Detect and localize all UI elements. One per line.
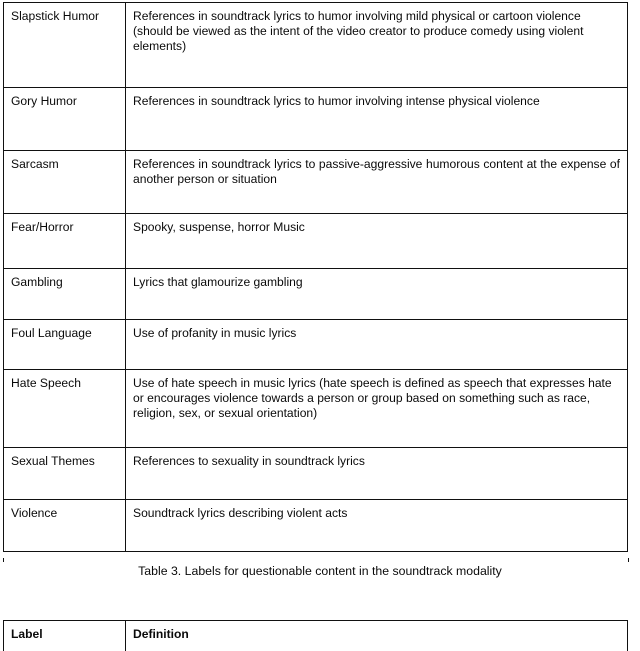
- table-row: Gambling Lyrics that glamourize gambling: [4, 269, 628, 320]
- row-label: Fear/Horror: [4, 214, 126, 269]
- row-definition: Soundtrack lyrics describing violent act…: [126, 500, 628, 552]
- table-row: Slapstick Humor References in soundtrack…: [4, 3, 628, 88]
- row-definition: Lyrics that glamourize gambling: [126, 269, 628, 320]
- table-4-header: Label Definition: [3, 620, 628, 651]
- row-label: Foul Language: [4, 320, 126, 370]
- column-header-definition: Definition: [126, 621, 628, 651]
- row-label: Sexual Themes: [4, 448, 126, 500]
- row-label: Gory Humor: [4, 88, 126, 151]
- table-row: Sexual Themes References to sexuality in…: [4, 448, 628, 500]
- document-page: Slapstick Humor References in soundtrack…: [0, 0, 640, 644]
- row-label: Sarcasm: [4, 151, 126, 214]
- row-label: Violence: [4, 500, 126, 552]
- row-definition: References to sexuality in soundtrack ly…: [126, 448, 628, 500]
- row-label: Hate Speech: [4, 370, 126, 448]
- column-header-label: Label: [4, 621, 126, 651]
- row-definition: Spooky, suspense, horror Music: [126, 214, 628, 269]
- row-definition: References in soundtrack lyrics to passi…: [126, 151, 628, 214]
- table-row: Hate Speech Use of hate speech in music …: [4, 370, 628, 448]
- row-definition: References in soundtrack lyrics to humor…: [126, 88, 628, 151]
- row-definition: Use of hate speech in music lyrics (hate…: [126, 370, 628, 448]
- table-row: Fear/Horror Spooky, suspense, horror Mus…: [4, 214, 628, 269]
- table-row: Gory Humor References in soundtrack lyri…: [4, 88, 628, 151]
- table-3-questionable-soundtrack-labels: Slapstick Humor References in soundtrack…: [3, 2, 628, 552]
- row-definition: Use of profanity in music lyrics: [126, 320, 628, 370]
- table-row: Foul Language Use of profanity in music …: [4, 320, 628, 370]
- table-row: Sarcasm References in soundtrack lyrics …: [4, 151, 628, 214]
- row-label: Gambling: [4, 269, 126, 320]
- table-3-caption: Table 3. Labels for questionable content…: [0, 563, 640, 579]
- table-continuation-stub: [3, 558, 629, 562]
- row-definition: References in soundtrack lyrics to humor…: [126, 3, 628, 88]
- table-header-row: Label Definition: [4, 621, 628, 651]
- row-label: Slapstick Humor: [4, 3, 126, 88]
- table-row: Violence Soundtrack lyrics describing vi…: [4, 500, 628, 552]
